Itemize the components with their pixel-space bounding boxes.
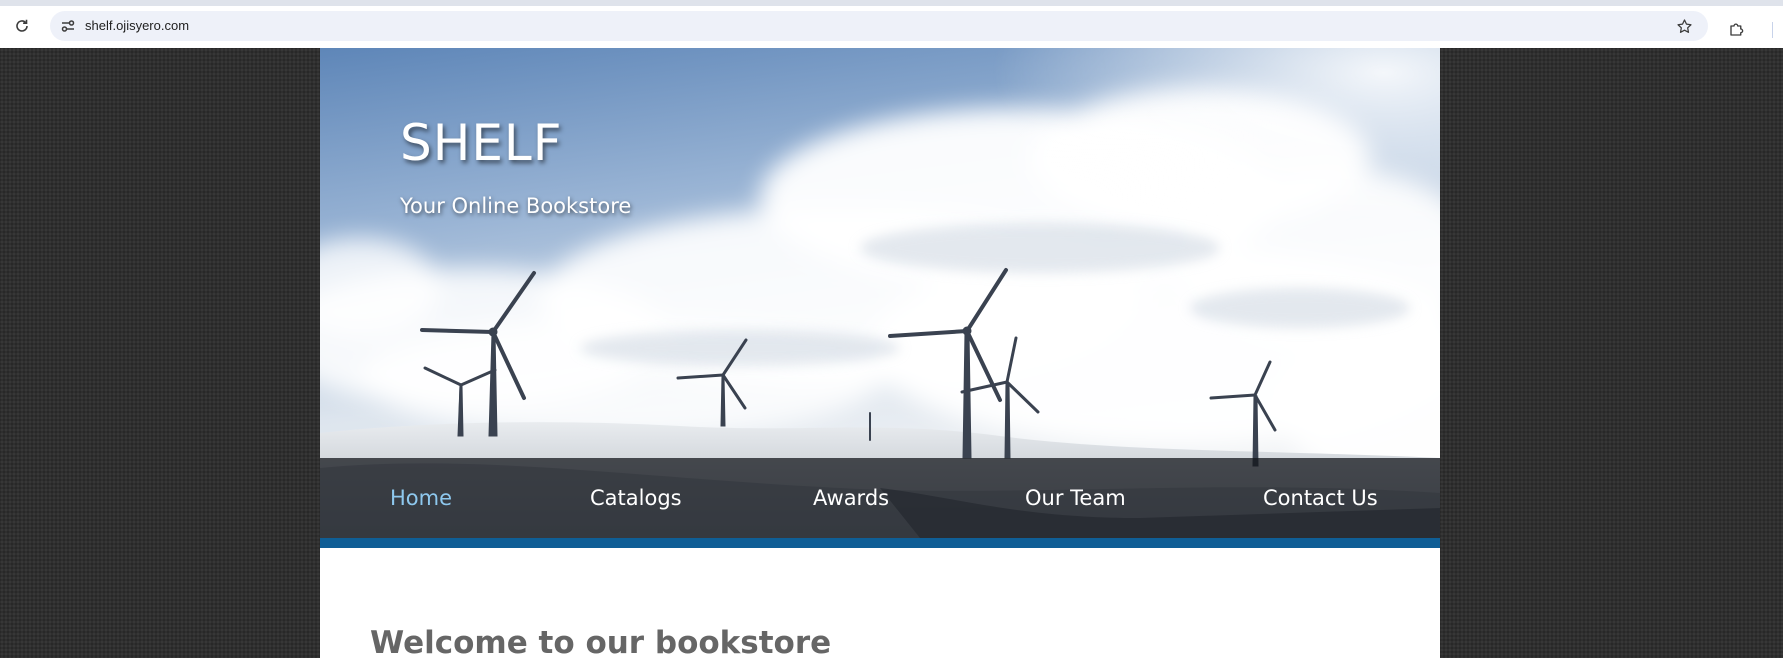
- hero-banner: SHELF Your Online Bookstore Home Catalog…: [320, 48, 1440, 538]
- extensions-icon: [1730, 23, 1744, 36]
- reload-button[interactable]: [10, 14, 34, 38]
- toolbar-divider: [1772, 22, 1773, 38]
- site-info-icon: [61, 20, 75, 32]
- welcome-heading: Welcome to our bookstore: [370, 625, 832, 658]
- nav-contact-us[interactable]: Contact Us: [1263, 458, 1378, 538]
- site-title[interactable]: SHELF: [400, 114, 563, 172]
- nav-our-team[interactable]: Our Team: [1025, 458, 1126, 538]
- star-icon: [1676, 18, 1692, 33]
- extensions-button[interactable]: [1725, 17, 1749, 41]
- accent-divider: [320, 538, 1440, 548]
- nav-home[interactable]: Home: [390, 458, 452, 538]
- address-bar[interactable]: shelf.ojisyero.com: [50, 11, 1708, 41]
- main-navigation: Home Catalogs Awards Our Team Contact Us: [320, 458, 1440, 538]
- page-container: SHELF Your Online Bookstore Home Catalog…: [320, 48, 1440, 658]
- nav-catalogs[interactable]: Catalogs: [590, 458, 682, 538]
- browser-toolbar: shelf.ojisyero.com: [0, 0, 1783, 48]
- site-info-button[interactable]: [56, 14, 80, 38]
- nav-awards[interactable]: Awards: [813, 458, 889, 538]
- url-text[interactable]: shelf.ojisyero.com: [85, 11, 189, 41]
- site-tagline: Your Online Bookstore: [400, 194, 632, 218]
- bookmark-button[interactable]: [1672, 14, 1696, 38]
- reload-icon: [16, 19, 28, 32]
